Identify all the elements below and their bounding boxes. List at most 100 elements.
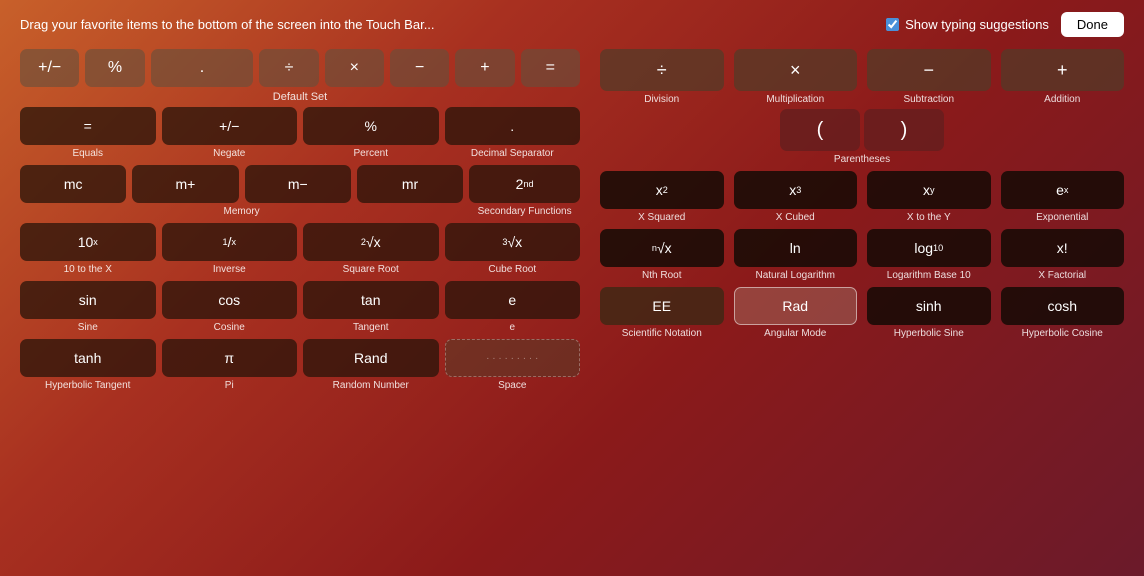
header: Drag your favorite items to the bottom o… <box>0 0 1144 49</box>
show-typing-label[interactable]: Show typing suggestions <box>886 17 1049 32</box>
btn-secondary[interactable]: 2nd <box>469 165 580 203</box>
label-sin: Sine <box>78 322 98 333</box>
label-decimal: Decimal Separator <box>471 148 554 159</box>
btn-divide-default[interactable]: ÷ <box>259 49 318 87</box>
btn-multiply-default[interactable]: × <box>325 49 384 87</box>
btn-percent[interactable]: % <box>85 49 144 87</box>
item-cos: cos Cosine <box>162 281 298 333</box>
right-panel: ÷ Division × Multiplication − Subtractio… <box>600 49 1124 397</box>
btn-mminus[interactable]: m− <box>245 165 351 203</box>
item-decimal: . Decimal Separator <box>445 107 581 159</box>
btn-tanh[interactable]: tanh <box>20 339 156 377</box>
btn-subtraction[interactable]: − <box>867 49 991 91</box>
btn-nthroot[interactable]: n√x <box>600 229 724 267</box>
item-rad: Rad Angular Mode <box>734 287 858 339</box>
btn-inverse[interactable]: 1/x <box>162 223 298 261</box>
btn-decimal2[interactable]: . <box>445 107 581 145</box>
item-xsq: x2 X Squared <box>600 171 724 223</box>
btn-multiplication[interactable]: × <box>734 49 858 91</box>
label-inverse: Inverse <box>213 264 246 275</box>
label-space: Space <box>498 380 526 391</box>
btn-e[interactable]: e <box>445 281 581 319</box>
btn-sin[interactable]: sin <box>20 281 156 319</box>
btn-ee[interactable]: EE <box>600 287 724 325</box>
paren-buttons: ( ) <box>780 109 944 151</box>
operators-row: ÷ Division × Multiplication − Subtractio… <box>600 49 1124 105</box>
label-rad: Angular Mode <box>764 328 826 339</box>
item-sinh: sinh Hyperbolic Sine <box>867 287 991 339</box>
label-cbrt: Cube Root <box>488 264 536 275</box>
item-exp: ex Exponential <box>1001 171 1125 223</box>
btn-equals[interactable]: = <box>20 107 156 145</box>
item-inverse: 1/x Inverse <box>162 223 298 275</box>
show-typing-checkbox[interactable] <box>886 18 899 31</box>
btn-sinh[interactable]: sinh <box>867 287 991 325</box>
btn-mr[interactable]: mr <box>357 165 463 203</box>
btn-add-default[interactable]: + <box>455 49 514 87</box>
btn-xcube[interactable]: x3 <box>734 171 858 209</box>
label-subtraction: Subtraction <box>903 94 954 105</box>
btn-space[interactable]: · · · · · · · · · <box>445 339 581 377</box>
btn-xy[interactable]: xy <box>867 171 991 209</box>
label-addition: Addition <box>1044 94 1080 105</box>
btn-rad[interactable]: Rad <box>734 287 858 325</box>
label-pi: Pi <box>225 380 234 391</box>
btn-10x[interactable]: 10x <box>20 223 156 261</box>
btn-negate2[interactable]: +/− <box>162 107 298 145</box>
row-extra: tanh Hyperbolic Tangent π Pi Rand Random… <box>20 339 580 391</box>
item-log10: log10 Logarithm Base 10 <box>867 229 991 281</box>
btn-cosh[interactable]: cosh <box>1001 287 1125 325</box>
btn-sqrt[interactable]: 2√x <box>303 223 439 261</box>
btn-ln[interactable]: ln <box>734 229 858 267</box>
btn-cos[interactable]: cos <box>162 281 298 319</box>
btn-rand[interactable]: Rand <box>303 339 439 377</box>
btn-tan[interactable]: tan <box>303 281 439 319</box>
label-secondary: Secondary Functions <box>478 206 572 217</box>
btn-division[interactable]: ÷ <box>600 49 724 91</box>
label-ln: Natural Logarithm <box>756 270 835 281</box>
btn-percent2[interactable]: % <box>303 107 439 145</box>
label-xy: X to the Y <box>907 212 951 223</box>
btn-mplus[interactable]: m+ <box>132 165 238 203</box>
item-division: ÷ Division <box>600 49 724 105</box>
row-trig: sin Sine cos Cosine tan Tangent e e <box>20 281 580 333</box>
btn-equals-default[interactable]: = <box>521 49 580 87</box>
item-tanh: tanh Hyperbolic Tangent <box>20 339 156 391</box>
btn-subtract-default[interactable]: − <box>390 49 449 87</box>
btn-rparen[interactable]: ) <box>864 109 944 151</box>
btn-exp[interactable]: ex <box>1001 171 1125 209</box>
btn-addition[interactable]: + <box>1001 49 1125 91</box>
item-e: e e <box>445 281 581 333</box>
label-equals: Equals <box>72 148 103 159</box>
item-space: · · · · · · · · · Space <box>445 339 581 391</box>
btn-pi[interactable]: π <box>162 339 298 377</box>
label-xcube: X Cubed <box>776 212 815 223</box>
done-button[interactable]: Done <box>1061 12 1124 37</box>
item-subtraction: − Subtraction <box>867 49 991 105</box>
btn-decimal[interactable]: . <box>151 49 254 87</box>
row-basic: = Equals +/− Negate % Percent . Decimal … <box>20 107 580 159</box>
item-nthroot: n√x Nth Root <box>600 229 724 281</box>
parentheses-section: ( ) Parentheses <box>600 109 1124 165</box>
item-xcube: x3 X Cubed <box>734 171 858 223</box>
default-set-row: +/− % . ÷ × − + = <box>20 49 580 87</box>
btn-xsq[interactable]: x2 <box>600 171 724 209</box>
btn-lparen[interactable]: ( <box>780 109 860 151</box>
item-secondary: 2nd Secondary Functions <box>469 165 580 217</box>
item-factorial: x! X Factorial <box>1001 229 1125 281</box>
btn-log10[interactable]: log10 <box>867 229 991 267</box>
label-nthroot: Nth Root <box>642 270 681 281</box>
label-multiplication: Multiplication <box>766 94 824 105</box>
label-memory: Memory <box>224 206 260 217</box>
label-rand: Random Number <box>333 380 409 391</box>
btn-negate[interactable]: +/− <box>20 49 79 87</box>
btn-cbrt[interactable]: 3√x <box>445 223 581 261</box>
item-equals: = Equals <box>20 107 156 159</box>
item-sqrt: 2√x Square Root <box>303 223 439 275</box>
item-negate: +/− Negate <box>162 107 298 159</box>
label-sqrt: Square Root <box>343 264 399 275</box>
btn-mc[interactable]: mc <box>20 165 126 203</box>
label-division: Division <box>644 94 679 105</box>
btn-factorial[interactable]: x! <box>1001 229 1125 267</box>
row-hyp: EE Scientific Notation Rad Angular Mode … <box>600 287 1124 339</box>
